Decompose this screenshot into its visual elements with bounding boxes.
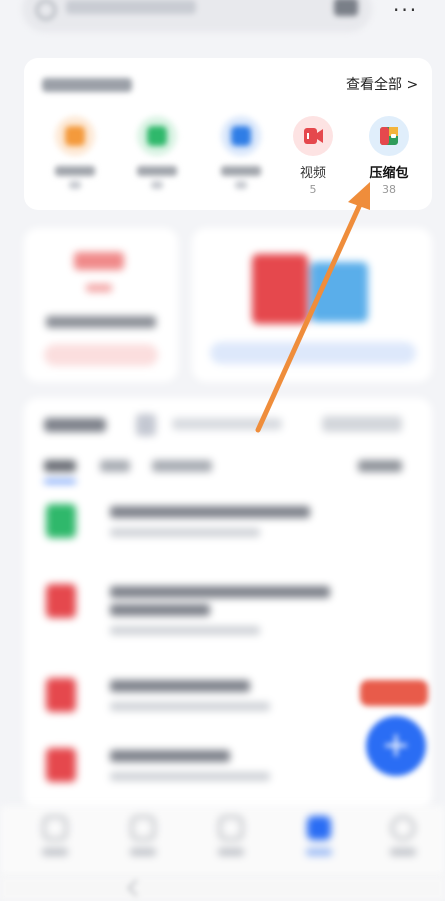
category-label: 压缩包 (369, 166, 409, 181)
folder-icon (307, 816, 331, 840)
category-count: 38 (382, 183, 396, 196)
doc-icon (131, 816, 155, 840)
promo-badge[interactable] (360, 680, 428, 706)
category-label: 视频 (299, 166, 326, 181)
storage-promo-card[interactable] (24, 228, 178, 382)
search-bar[interactable] (22, 0, 372, 32)
category-item-chat-files[interactable] (122, 116, 192, 189)
nav-item-home[interactable] (30, 816, 80, 856)
nav-item-apps[interactable] (206, 816, 256, 856)
category-count: 5 (309, 183, 317, 196)
apps-icon (219, 816, 243, 840)
category-item-video[interactable]: 视频 5 (278, 116, 348, 196)
video-icon (293, 116, 333, 156)
camera-icon[interactable] (334, 0, 358, 16)
home-icon (43, 816, 67, 840)
user-icon (391, 816, 415, 840)
download-icon (55, 116, 95, 156)
bottom-navigation (0, 806, 445, 876)
search-placeholder (66, 0, 196, 14)
category-item-zip[interactable]: 压缩包 38 (354, 116, 424, 196)
image-icon (221, 116, 261, 156)
view-all-button[interactable]: 查看全部 > (346, 74, 418, 94)
list-item[interactable] (46, 738, 416, 798)
more-options-button[interactable]: ··· (393, 0, 418, 22)
pdf-tools-promo-card[interactable] (192, 228, 432, 382)
system-nav-bar (0, 876, 445, 901)
category-item-documents[interactable] (40, 116, 110, 189)
list-item[interactable] (46, 574, 416, 635)
search-icon (36, 0, 56, 20)
nav-item-me[interactable] (378, 816, 428, 856)
list-item[interactable] (46, 494, 416, 554)
chat-icon (137, 116, 177, 156)
category-item-images[interactable] (206, 116, 276, 189)
zip-package-icon (369, 116, 409, 156)
nav-item-docs[interactable] (118, 816, 168, 856)
nav-item-files[interactable] (294, 816, 344, 856)
categories-title (42, 78, 132, 92)
add-button[interactable]: + (366, 716, 426, 776)
file-categories-card: 查看全部 > 视频 5 压缩包 38 (24, 58, 432, 210)
